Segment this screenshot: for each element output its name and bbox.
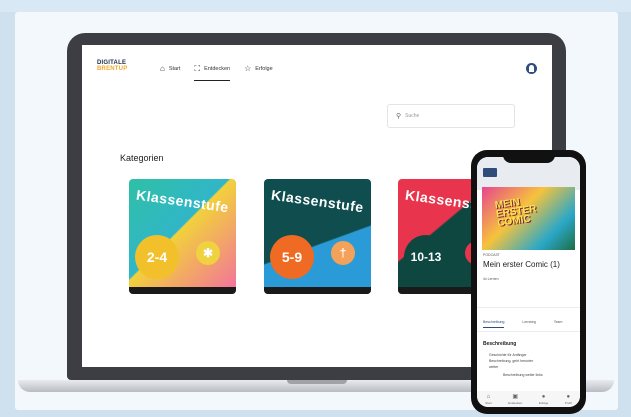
divider: [477, 307, 580, 308]
tab-lernweg[interactable]: Lernweg: [522, 320, 535, 328]
search-placeholder: Suche: [405, 113, 420, 119]
binoculars-icon: ⛶: [194, 64, 201, 73]
tab-team[interactable]: Team: [554, 320, 563, 328]
cover-title: MEIN ERSTER COMIC: [494, 196, 538, 230]
nav-erfolge[interactable]: ☆ Erfolge: [244, 65, 273, 81]
profile-icon: ●: [566, 393, 571, 400]
description-line: Beschreibung, geht herunter: [489, 359, 534, 363]
explore-icon: ▣: [512, 394, 519, 400]
home-icon: ⌂: [160, 64, 165, 73]
description-line: weiter: [489, 365, 499, 369]
description-line: Beschreibung weiter links: [503, 373, 543, 377]
nav-start-label: Start: [168, 66, 181, 72]
bottom-nav-erfolge[interactable]: ● Erfolge: [539, 394, 549, 405]
bottom-nav-entdecken[interactable]: ▣ Entdecken: [508, 393, 522, 405]
bottom-nav-profil[interactable]: ● Profil: [565, 394, 572, 405]
divider: [477, 331, 580, 332]
card-title: Klassenstufe: [135, 186, 230, 216]
nav-entdecken[interactable]: ⛶ Entdecken: [194, 65, 230, 81]
description-line: Geschichte für Anfänger: [489, 353, 527, 357]
top-background-strip: [0, 0, 631, 12]
content-kicker: PODCAST: [483, 253, 500, 257]
bottom-nav-start[interactable]: ⌂ Start: [485, 394, 491, 405]
card-footer: [264, 287, 371, 294]
card-range: 10-13: [404, 235, 448, 279]
search-input[interactable]: ⚲ Suche: [387, 104, 515, 128]
phone-bottom-nav: ⌂ Start ▣ Entdecken ● Erfolge ● Profil: [477, 391, 580, 407]
content-meta: 4x Lernen: [483, 277, 499, 281]
nav-erfolge-label: Erfolge: [255, 66, 273, 72]
laptop-base-notch: [287, 380, 347, 384]
figure-icon: †: [331, 241, 355, 265]
phone-screen: MEIN ERSTER COMIC PODCAST Mein erster Co…: [477, 157, 580, 407]
star-icon: ☆: [244, 64, 252, 73]
content-title: Mein erster Comic (1): [483, 260, 560, 269]
badge-icon: ●: [541, 393, 546, 400]
card-footer: [129, 287, 236, 294]
card-range: 5-9: [270, 235, 314, 279]
category-card-5-9[interactable]: Klassenstufe 5-9 †: [264, 179, 371, 294]
card-range: 2-4: [135, 235, 179, 279]
search-icon: ⚲: [396, 113, 402, 120]
nav-entdecken-label: Entdecken: [204, 66, 231, 72]
app-logo[interactable]: DIGITALE BRENTUP: [97, 60, 127, 72]
category-card-2-4[interactable]: Klassenstufe 2-4 ✱: [129, 179, 236, 294]
tab-beschreibung[interactable]: Beschreibung: [483, 320, 505, 328]
figure-icon: ✱: [196, 241, 220, 265]
card-title: Klassenstufe: [270, 186, 365, 216]
nav-start[interactable]: ⌂ Start: [160, 65, 180, 81]
phone-tabs: Beschreibung Lernweg Team: [483, 320, 562, 328]
comic-cover-image: MEIN ERSTER COMIC: [482, 187, 575, 250]
home-icon: ⌂: [486, 393, 491, 400]
categories-heading: Kategorien: [120, 153, 164, 163]
top-nav: ⌂ Start ⛶ Entdecken ☆ Erfolge: [160, 65, 273, 81]
description-heading: Beschreibung: [483, 341, 517, 347]
phone-notch: [503, 152, 555, 163]
phone-logo[interactable]: [483, 168, 497, 177]
user-avatar[interactable]: [526, 63, 537, 74]
